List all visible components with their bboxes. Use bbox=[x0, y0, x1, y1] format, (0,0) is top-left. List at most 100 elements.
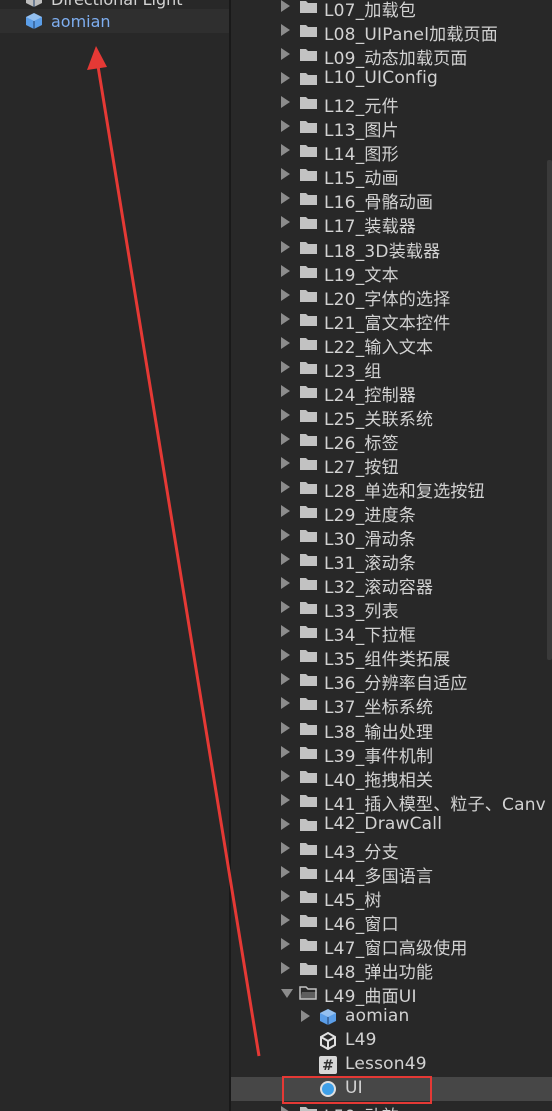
folder-item[interactable]: L39_事件机制 bbox=[231, 741, 552, 767]
folder-item[interactable]: L44_多国语言 bbox=[231, 861, 552, 887]
folder-item[interactable]: L07_加载包 bbox=[231, 0, 552, 21]
folder-item[interactable]: L14_图形 bbox=[231, 139, 552, 165]
folder-item[interactable]: L13_图片 bbox=[231, 115, 552, 141]
expand-arrow-right-icon[interactable] bbox=[281, 120, 290, 132]
folder-item[interactable]: L45_树 bbox=[231, 885, 552, 911]
expand-arrow-right-icon[interactable] bbox=[281, 914, 290, 926]
expand-arrow-down-icon[interactable] bbox=[281, 989, 293, 998]
folder-item[interactable]: L21_富文本控件 bbox=[231, 308, 552, 334]
folder-item[interactable]: L22_输入文本 bbox=[231, 332, 552, 358]
folder-item[interactable]: L41_插入模型、粒子、Canv bbox=[231, 789, 552, 815]
expand-arrow-right-icon[interactable] bbox=[281, 361, 290, 373]
folder-item[interactable]: L10_UIConfig bbox=[231, 67, 552, 91]
folder-item[interactable]: L12_元件 bbox=[231, 91, 552, 117]
folder-item[interactable]: L17_装载器 bbox=[231, 211, 552, 237]
folder-item[interactable]: L49_曲面UI bbox=[231, 981, 552, 1007]
folder-item[interactable]: L36_分辨率自适应 bbox=[231, 668, 552, 694]
folder-item[interactable]: L18_3D装载器 bbox=[231, 236, 552, 262]
expand-arrow-right-icon[interactable] bbox=[281, 24, 290, 36]
expand-arrow-right-icon[interactable] bbox=[281, 1106, 290, 1111]
item-label: L33_列表 bbox=[324, 602, 399, 622]
folder-item[interactable]: L46_窗口 bbox=[231, 909, 552, 935]
expand-arrow-right-icon[interactable] bbox=[281, 192, 290, 204]
expand-arrow-right-icon[interactable] bbox=[281, 553, 290, 565]
asset-item[interactable]: UI bbox=[231, 1077, 552, 1101]
expand-arrow-right-icon[interactable] bbox=[281, 794, 290, 806]
expand-arrow-right-icon[interactable] bbox=[281, 409, 290, 421]
item-label: L14_图形 bbox=[324, 145, 399, 165]
folder-item[interactable]: L24_控制器 bbox=[231, 380, 552, 406]
folder-item[interactable]: L27_按钮 bbox=[231, 452, 552, 478]
expand-arrow-right-icon[interactable] bbox=[281, 866, 290, 878]
expand-arrow-right-icon[interactable] bbox=[281, 48, 290, 60]
expand-arrow-right-icon[interactable] bbox=[281, 505, 290, 517]
folder-item[interactable]: L40_拖拽相关 bbox=[231, 765, 552, 791]
expand-arrow-right-icon[interactable] bbox=[281, 313, 290, 325]
expand-arrow-right-icon[interactable] bbox=[301, 1010, 310, 1022]
expand-arrow-right-icon[interactable] bbox=[281, 842, 290, 854]
folder-item[interactable]: L35_组件类拓展 bbox=[231, 644, 552, 670]
expand-arrow-right-icon[interactable] bbox=[281, 216, 290, 228]
folder-item[interactable]: L16_骨骼动画 bbox=[231, 187, 552, 213]
expand-arrow-right-icon[interactable] bbox=[281, 481, 290, 493]
folder-item[interactable]: L32_滚动容器 bbox=[231, 572, 552, 598]
asset-item[interactable]: L49 bbox=[231, 1029, 552, 1053]
folder-item[interactable]: L28_单选和复选按钮 bbox=[231, 476, 552, 502]
folder-item[interactable]: L34_下拉框 bbox=[231, 620, 552, 646]
folder-item[interactable]: L30_滑动条 bbox=[231, 524, 552, 550]
expand-arrow-right-icon[interactable] bbox=[281, 673, 290, 685]
expand-arrow-right-icon[interactable] bbox=[281, 938, 290, 950]
folder-item[interactable]: L23_组 bbox=[231, 356, 552, 382]
folder-item[interactable]: L43_分支 bbox=[231, 837, 552, 863]
asset-item[interactable]: aomian bbox=[231, 1005, 552, 1029]
expand-arrow-right-icon[interactable] bbox=[281, 625, 290, 637]
folder-item[interactable]: L26_标签 bbox=[231, 428, 552, 454]
expand-arrow-right-icon[interactable] bbox=[281, 601, 290, 613]
expand-arrow-right-icon[interactable] bbox=[281, 96, 290, 108]
item-label: L15_动画 bbox=[324, 169, 399, 189]
expand-arrow-right-icon[interactable] bbox=[281, 770, 290, 782]
expand-arrow-right-icon[interactable] bbox=[281, 697, 290, 709]
folder-item[interactable]: L37_坐标系统 bbox=[231, 692, 552, 718]
expand-arrow-right-icon[interactable] bbox=[281, 144, 290, 156]
project-panel: L07_加载包 L08_UIPanel加载页面 L09_动态加载页面 L10_UICo… bbox=[231, 0, 552, 1111]
expand-arrow-right-icon[interactable] bbox=[281, 457, 290, 469]
item-label: L09_动态加载页面 bbox=[324, 49, 468, 69]
asset-item[interactable]: # Lesson49 bbox=[231, 1053, 552, 1077]
expand-arrow-right-icon[interactable] bbox=[281, 746, 290, 758]
folder-item[interactable]: L19_文本 bbox=[231, 260, 552, 286]
folder-item[interactable]: L29_进度条 bbox=[231, 500, 552, 526]
expand-arrow-right-icon[interactable] bbox=[281, 385, 290, 397]
folder-item[interactable]: L15_动画 bbox=[231, 163, 552, 189]
folder-item[interactable]: L20_字体的选择 bbox=[231, 284, 552, 310]
expand-arrow-right-icon[interactable] bbox=[281, 0, 290, 12]
expand-arrow-right-icon[interactable] bbox=[281, 289, 290, 301]
folder-item[interactable]: L50_动效 bbox=[231, 1101, 552, 1111]
item-label: L25_关联系统 bbox=[324, 410, 434, 430]
expand-arrow-right-icon[interactable] bbox=[281, 529, 290, 541]
folder-icon bbox=[299, 647, 318, 668]
expand-arrow-right-icon[interactable] bbox=[281, 265, 290, 277]
folder-item[interactable]: L31_滚动条 bbox=[231, 548, 552, 574]
folder-item[interactable]: L47_窗口高级使用 bbox=[231, 933, 552, 959]
folder-icon bbox=[299, 720, 318, 741]
expand-arrow-right-icon[interactable] bbox=[281, 433, 290, 445]
folder-item[interactable]: L38_输出处理 bbox=[231, 717, 552, 743]
folder-item[interactable]: L42_DrawCall bbox=[231, 813, 552, 837]
expand-arrow-right-icon[interactable] bbox=[281, 577, 290, 589]
expand-arrow-right-icon[interactable] bbox=[281, 72, 290, 84]
expand-arrow-right-icon[interactable] bbox=[281, 890, 290, 902]
expand-arrow-right-icon[interactable] bbox=[281, 337, 290, 349]
expand-arrow-right-icon[interactable] bbox=[281, 649, 290, 661]
expand-arrow-right-icon[interactable] bbox=[281, 168, 290, 180]
folder-item[interactable]: L48_弹出功能 bbox=[231, 957, 552, 983]
expand-arrow-right-icon[interactable] bbox=[281, 962, 290, 974]
folder-item[interactable]: L33_列表 bbox=[231, 596, 552, 622]
folder-item[interactable]: L09_动态加载页面 bbox=[231, 43, 552, 69]
expand-arrow-right-icon[interactable] bbox=[281, 241, 290, 253]
folder-item[interactable]: L08_UIPanel加载页面 bbox=[231, 19, 552, 45]
expand-arrow-right-icon[interactable] bbox=[281, 818, 290, 830]
folder-item[interactable]: L25_关联系统 bbox=[231, 404, 552, 430]
expand-arrow-right-icon[interactable] bbox=[281, 722, 290, 734]
hierarchy-item[interactable]: aomian bbox=[0, 9, 229, 33]
